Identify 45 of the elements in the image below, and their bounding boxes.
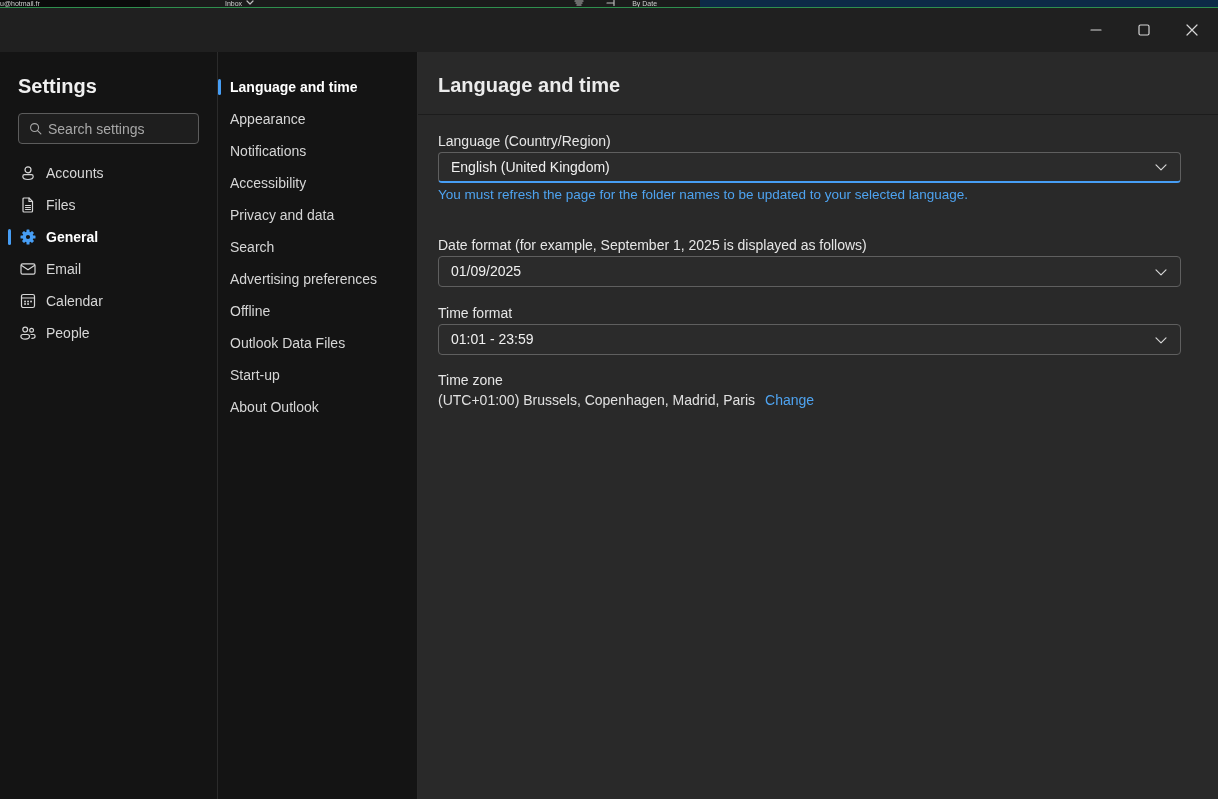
subnav-item[interactable]: Search	[218, 231, 417, 263]
selection-indicator	[8, 229, 11, 245]
subnav-item[interactable]: Advertising preferences	[218, 263, 417, 295]
subnav-item[interactable]: Privacy and data	[218, 199, 417, 231]
subnav-item[interactable]: Appearance	[218, 103, 417, 135]
nav-item[interactable]: People	[8, 317, 209, 349]
document-icon	[20, 197, 36, 213]
maximize-icon	[1138, 24, 1150, 36]
field-label: Language (Country/Region)	[438, 132, 611, 151]
field-label: Time format	[438, 304, 513, 323]
subnav-item[interactable]: Language and time	[218, 71, 417, 103]
people-icon	[20, 325, 36, 341]
dropdown[interactable]: 01:01 - 23:59	[438, 324, 1181, 355]
selection-indicator	[218, 79, 221, 95]
dropdown[interactable]: English (United Kingdom)	[438, 152, 1181, 183]
lines-icon	[574, 0, 585, 6]
subnav-item[interactable]: About Outlook	[218, 391, 417, 423]
field-label: Date format (for example, September 1, 2025 is displayed as follows)	[438, 236, 867, 255]
gear-icon	[20, 229, 36, 245]
search-icon	[29, 122, 42, 135]
field-label: Time zone	[438, 371, 503, 390]
page-title: Language and time	[438, 73, 621, 98]
chevron-icon	[246, 0, 255, 6]
hint-text: You must refresh the page for the folder names to be updated to your selected language.	[438, 186, 969, 204]
calendar-icon	[20, 293, 36, 309]
subnav-item[interactable]: Outlook Data Files	[218, 327, 417, 359]
chevron-icon	[1155, 161, 1167, 173]
dropdown[interactable]: 01/09/2025	[438, 256, 1181, 287]
nav-item[interactable]: Calendar	[8, 285, 209, 317]
nav-item[interactable]: Files	[8, 189, 209, 221]
search-field[interactable]: Search settings	[18, 113, 199, 144]
nav-item[interactable]: Email	[8, 253, 209, 285]
nav-item[interactable]: Accounts	[8, 157, 209, 189]
nav-item[interactable]: General	[8, 221, 209, 253]
time-zone-text: (UTC+01:00) Brussels, Copenhagen, Madrid, Paris	[438, 391, 756, 410]
subnav-item[interactable]: Start-up	[218, 359, 417, 391]
subnav-item[interactable]: Accessibility	[218, 167, 417, 199]
close-icon	[1186, 24, 1198, 36]
subnav-item[interactable]: Offline	[218, 295, 417, 327]
envelope-icon	[20, 261, 36, 277]
line-icon	[606, 0, 617, 6]
settings-title: Settings	[18, 74, 97, 99]
change-link[interactable]: Change	[765, 390, 815, 410]
person-icon	[20, 165, 36, 181]
subnav-item[interactable]: Notifications	[218, 135, 417, 167]
